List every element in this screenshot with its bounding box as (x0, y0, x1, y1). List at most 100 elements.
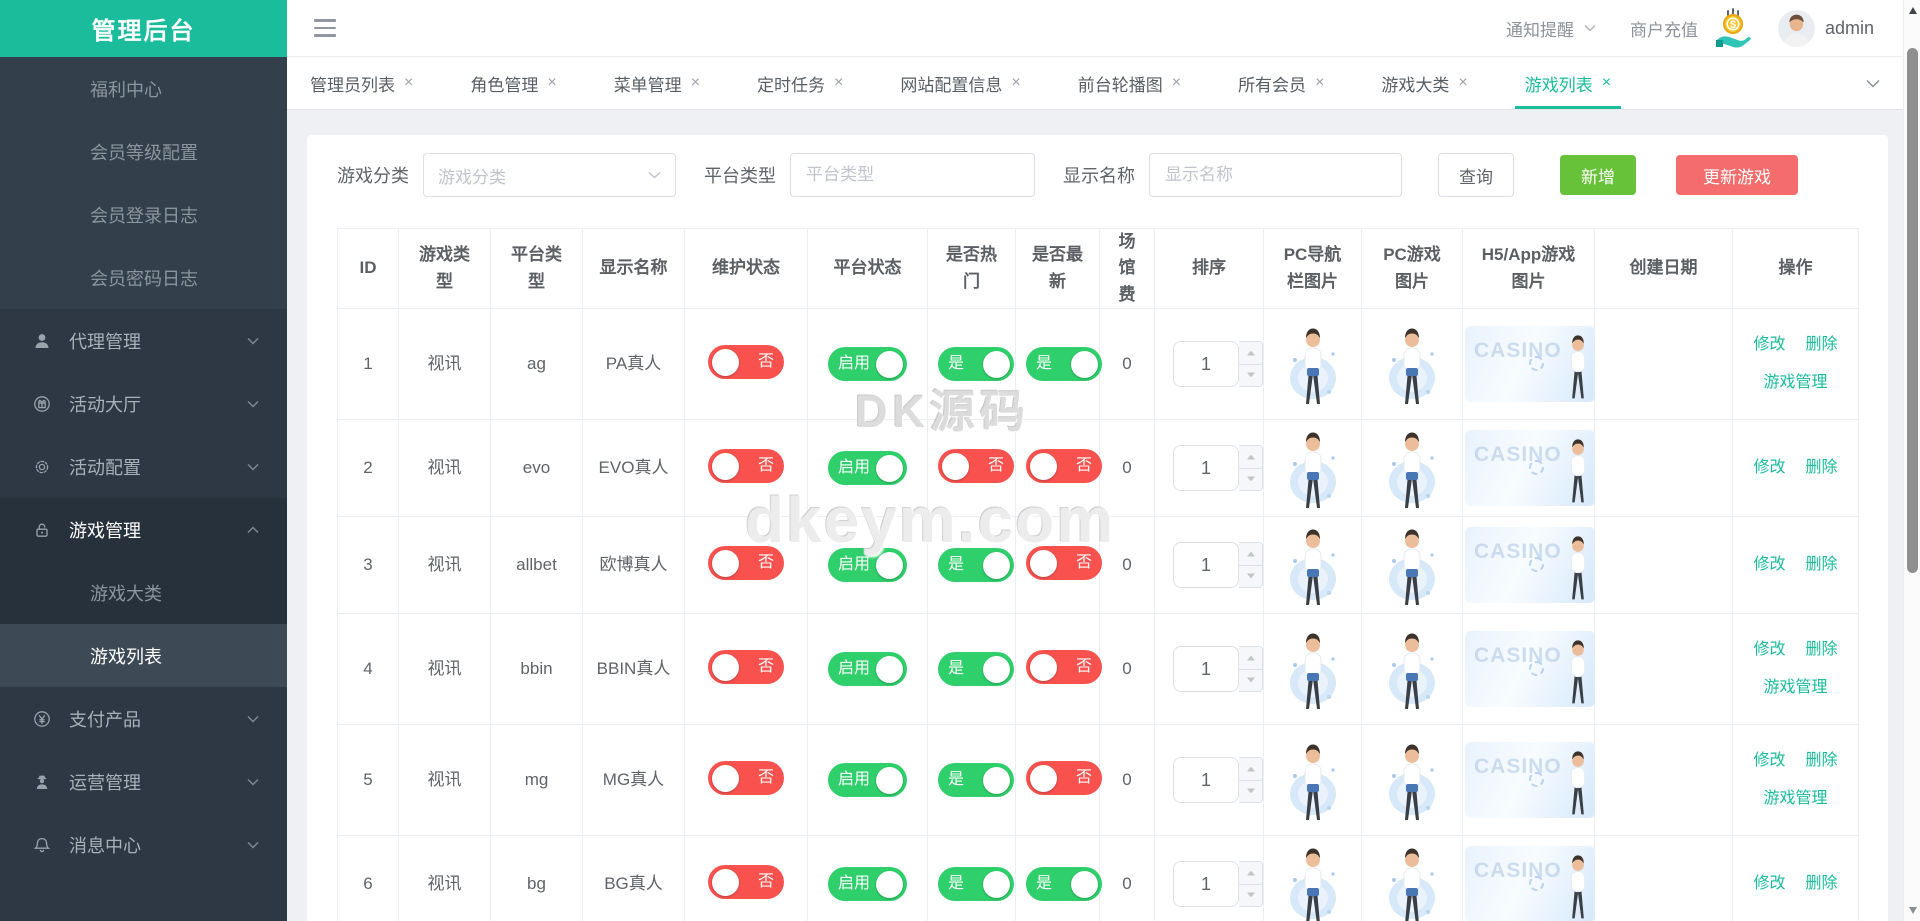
hot-toggle[interactable]: 否 (938, 449, 1014, 483)
tab-close-icon[interactable]: × (1172, 74, 1181, 92)
tab-close-icon[interactable]: × (1458, 74, 1467, 92)
add-button[interactable]: 新增 (1560, 155, 1636, 195)
sort-increase-button[interactable] (1239, 543, 1262, 566)
sort-decrease-button[interactable] (1239, 365, 1262, 387)
sort-input[interactable]: 1 (1173, 341, 1239, 387)
sidebar-subitem[interactable]: 会员登录日志 (0, 183, 287, 246)
hot-toggle[interactable]: 是 (938, 867, 1014, 901)
edit-link[interactable]: 修改 (1753, 638, 1785, 662)
hamburger-menu-icon[interactable] (314, 19, 336, 37)
sidebar-subitem[interactable]: 福利中心 (0, 57, 287, 120)
edit-link[interactable]: 修改 (1753, 333, 1785, 357)
tab-close-icon[interactable]: × (404, 74, 413, 92)
sidebar-subitem[interactable]: 会员等级配置 (0, 120, 287, 183)
tab-item[interactable]: 角色管理× (460, 57, 566, 109)
scroll-up-arrow[interactable] (1904, 2, 1920, 19)
sidebar-item[interactable]: 游戏管理 (0, 498, 287, 561)
game-manage-link[interactable]: 游戏管理 (1763, 371, 1827, 395)
sort-decrease-button[interactable] (1239, 670, 1262, 692)
coin-hand-icon[interactable]: $ (1714, 7, 1758, 49)
edit-link[interactable]: 修改 (1753, 872, 1785, 896)
tab-item[interactable]: 定时任务× (747, 57, 853, 109)
delete-link[interactable]: 删除 (1806, 749, 1838, 773)
newest-toggle[interactable]: 是 (1026, 867, 1102, 901)
platform-status-toggle[interactable]: 启用 (828, 548, 907, 582)
maintain-toggle[interactable]: 否 (708, 650, 784, 684)
sidebar-item[interactable]: 活动配置 (0, 435, 287, 498)
sort-increase-button[interactable] (1239, 446, 1262, 469)
sort-increase-button[interactable] (1239, 647, 1262, 670)
platform-status-toggle[interactable]: 启用 (828, 763, 907, 797)
category-select[interactable]: 游戏分类 (423, 153, 676, 197)
sort-input[interactable]: 1 (1173, 646, 1239, 692)
maintain-toggle[interactable]: 否 (708, 449, 784, 483)
tab-item[interactable]: 游戏列表× (1515, 57, 1621, 109)
tab-item[interactable]: 所有会员× (1228, 57, 1334, 109)
tab-close-icon[interactable]: × (691, 74, 700, 92)
platform-status-toggle[interactable]: 启用 (828, 867, 907, 901)
platform-filter-input[interactable] (790, 153, 1035, 197)
sort-increase-button[interactable] (1239, 342, 1262, 365)
sort-decrease-button[interactable] (1239, 469, 1262, 491)
sidebar-item[interactable]: 运营管理 (0, 750, 287, 813)
tabs-dropdown-chevron-icon[interactable] (1866, 57, 1880, 109)
scrollbar-thumb[interactable] (1907, 48, 1918, 573)
edit-link[interactable]: 修改 (1753, 749, 1785, 773)
sort-decrease-button[interactable] (1239, 566, 1262, 588)
update-games-button[interactable]: 更新游戏 (1676, 155, 1798, 195)
tab-close-icon[interactable]: × (834, 74, 843, 92)
platform-status-toggle[interactable]: 启用 (828, 347, 907, 381)
notice-dropdown[interactable]: 通知提醒 (1506, 16, 1574, 41)
maintain-toggle[interactable]: 否 (708, 345, 784, 379)
sidebar-item[interactable]: 活动大厅 (0, 372, 287, 435)
sidebar-item[interactable]: 消息中心 (0, 813, 287, 876)
edit-link[interactable]: 修改 (1753, 456, 1785, 480)
scroll-down-arrow[interactable] (1904, 902, 1920, 919)
tab-item[interactable]: 菜单管理× (604, 57, 710, 109)
hot-toggle[interactable]: 是 (938, 652, 1014, 686)
hot-toggle[interactable]: 是 (938, 548, 1014, 582)
tab-item[interactable]: 网站配置信息× (890, 57, 1030, 109)
page-scrollbar[interactable] (1903, 0, 1920, 921)
hot-toggle[interactable]: 是 (938, 347, 1014, 381)
newest-toggle[interactable]: 否 (1026, 449, 1102, 483)
tab-close-icon[interactable]: × (1602, 74, 1611, 92)
merchant-recharge-link[interactable]: 商户充值 (1630, 16, 1698, 41)
tab-item[interactable]: 前台轮播图× (1068, 57, 1191, 109)
sidebar-subitem[interactable]: 会员密码日志 (0, 246, 287, 309)
delete-link[interactable]: 删除 (1806, 553, 1838, 577)
maintain-toggle[interactable]: 否 (708, 865, 784, 899)
sort-input[interactable]: 1 (1173, 757, 1239, 803)
game-manage-link[interactable]: 游戏管理 (1763, 787, 1827, 811)
sort-decrease-button[interactable] (1239, 885, 1262, 907)
delete-link[interactable]: 删除 (1806, 456, 1838, 480)
delete-link[interactable]: 删除 (1806, 872, 1838, 896)
sort-input[interactable]: 1 (1173, 445, 1239, 491)
edit-link[interactable]: 修改 (1753, 553, 1785, 577)
sidebar-item[interactable]: 代理管理 (0, 309, 287, 372)
platform-status-toggle[interactable]: 启用 (828, 652, 907, 686)
tab-item[interactable]: 管理员列表× (300, 57, 423, 109)
platform-status-toggle[interactable]: 启用 (828, 451, 907, 485)
sidebar-subitem[interactable]: 游戏列表 (0, 624, 287, 687)
newest-toggle[interactable]: 否 (1026, 546, 1102, 580)
sidebar-subitem[interactable]: 游戏大类 (0, 561, 287, 624)
game-manage-link[interactable]: 游戏管理 (1763, 676, 1827, 700)
sidebar-item[interactable]: 支付产品 (0, 687, 287, 750)
newest-toggle[interactable]: 是 (1026, 347, 1102, 381)
newest-toggle[interactable]: 否 (1026, 761, 1102, 795)
hot-toggle[interactable]: 是 (938, 763, 1014, 797)
tab-close-icon[interactable]: × (1011, 74, 1020, 92)
query-button[interactable]: 查询 (1438, 153, 1514, 197)
tab-close-icon[interactable]: × (547, 74, 556, 92)
tab-item[interactable]: 游戏大类× (1371, 57, 1477, 109)
sort-input[interactable]: 1 (1173, 542, 1239, 588)
sort-input[interactable]: 1 (1173, 861, 1239, 907)
delete-link[interactable]: 删除 (1806, 333, 1838, 357)
sort-decrease-button[interactable] (1239, 781, 1262, 803)
tab-close-icon[interactable]: × (1315, 74, 1324, 92)
avatar[interactable] (1778, 10, 1815, 47)
maintain-toggle[interactable]: 否 (708, 761, 784, 795)
maintain-toggle[interactable]: 否 (708, 546, 784, 580)
name-filter-input[interactable] (1149, 153, 1402, 197)
